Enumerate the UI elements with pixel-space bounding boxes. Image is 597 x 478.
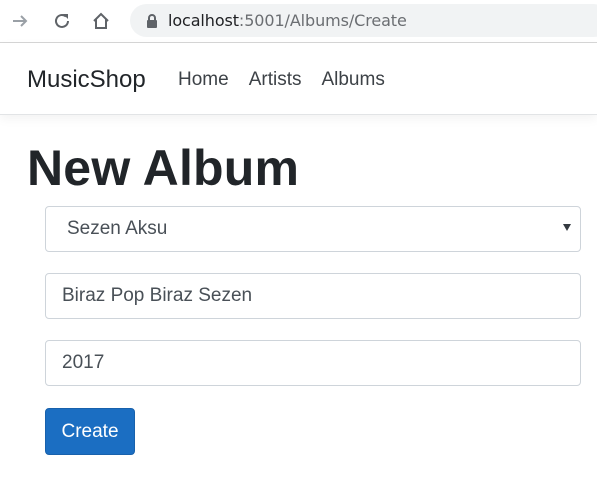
artist-select[interactable]: Sezen Aksu [45, 206, 581, 252]
home-icon [93, 12, 109, 29]
album-year-field[interactable] [45, 340, 581, 386]
arrow-right-icon [13, 15, 28, 27]
home-button[interactable] [89, 9, 113, 33]
browser-toolbar: localhost:5001/Albums/Create [0, 0, 597, 43]
nav-link-home[interactable]: Home [178, 69, 229, 91]
reload-icon [55, 13, 69, 28]
reload-button[interactable] [50, 9, 74, 33]
url-host: localhost [168, 11, 239, 30]
artist-select-value: Sezen Aksu [67, 218, 168, 239]
album-year-input[interactable] [62, 352, 580, 374]
nav-link-artists[interactable]: Artists [249, 69, 302, 91]
album-title-field[interactable] [45, 273, 581, 319]
album-title-input[interactable] [62, 285, 580, 307]
dropdown-caret-icon [563, 224, 571, 231]
nav-links: Home Artists Albums [178, 69, 385, 91]
create-button[interactable]: Create [45, 408, 135, 455]
forward-button[interactable] [8, 9, 32, 33]
nav-link-albums[interactable]: Albums [321, 69, 384, 91]
lock-icon [146, 13, 158, 28]
brand-link[interactable]: MusicShop [27, 66, 146, 94]
address-bar[interactable]: localhost:5001/Albums/Create [130, 4, 597, 37]
page-title: New Album [27, 140, 300, 196]
url-path: :5001/Albums/Create [238, 11, 407, 30]
url-text: localhost:5001/Albums/Create [168, 11, 407, 30]
site-navbar: MusicShop Home Artists Albums [0, 43, 597, 115]
